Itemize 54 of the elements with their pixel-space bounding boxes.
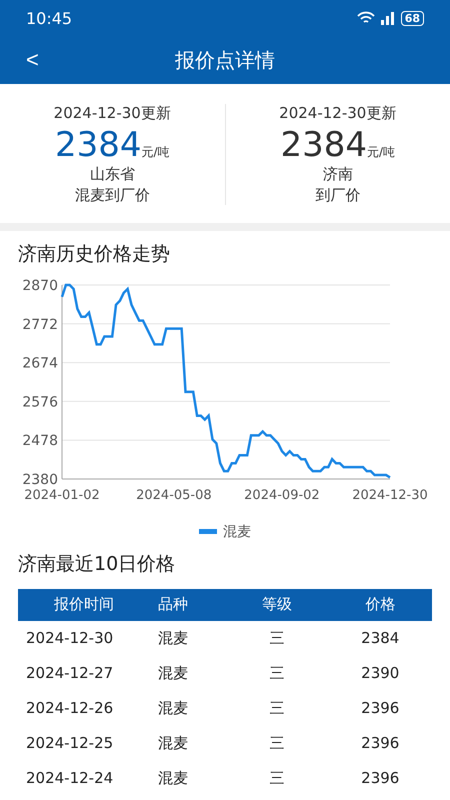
page-title: 报价点详情 bbox=[175, 46, 275, 74]
axis-label: 2024-12-30 bbox=[352, 488, 428, 503]
signal-icon bbox=[380, 11, 395, 25]
price-unit: 元/吨 bbox=[366, 144, 396, 161]
axis-label: 2024-01-02 bbox=[24, 488, 100, 503]
location-label: 山东省 bbox=[90, 164, 135, 185]
table-cell-text: 混麦 bbox=[157, 734, 190, 753]
table-cell-text: 2384 bbox=[360, 629, 400, 648]
location-label: 混麦到厂价 bbox=[74, 184, 150, 205]
legend-swatch bbox=[199, 529, 217, 534]
table-cell-text: 混麦 bbox=[157, 628, 190, 648]
section-title: 济南历史价格走势 bbox=[18, 242, 171, 267]
table-cell-text: 2024-12-24 bbox=[25, 769, 114, 788]
table-cell-text: 三 bbox=[268, 628, 286, 648]
status-time: 10:45 bbox=[26, 8, 72, 28]
column-header: 价格 bbox=[364, 595, 396, 614]
table-cell-text: 三 bbox=[268, 768, 286, 788]
axis-label: 2772 bbox=[22, 316, 58, 333]
axis-label: 2870 bbox=[22, 278, 58, 294]
table-cell-text: 2396 bbox=[360, 769, 400, 788]
table-cell-text: 2390 bbox=[360, 664, 400, 682]
table-cell-text: 三 bbox=[268, 734, 286, 753]
axis-label: 2478 bbox=[22, 433, 58, 450]
legend-label: 混麦 bbox=[223, 522, 251, 541]
update-date: 2024-12-30更新 bbox=[279, 104, 396, 123]
axis-label: 2674 bbox=[22, 356, 58, 372]
table-cell-text: 2024-12-27 bbox=[25, 664, 114, 682]
column-header: 等级 bbox=[260, 595, 293, 614]
wifi-icon bbox=[356, 11, 375, 25]
table-cell-text: 2396 bbox=[360, 699, 400, 718]
location-label: 到厂价 bbox=[315, 184, 360, 205]
price-unit: 元/吨 bbox=[141, 144, 170, 161]
table-cell-text: 混麦 bbox=[157, 698, 190, 718]
update-date: 2024-12-30更新 bbox=[54, 104, 171, 123]
price-value: 2384 bbox=[54, 127, 142, 164]
battery-indicator: 68 bbox=[400, 10, 424, 26]
table-cell-text: 混麦 bbox=[157, 768, 190, 788]
axis-label: 2380 bbox=[22, 472, 58, 488]
section-title: 济南最近10日价格 bbox=[18, 552, 176, 577]
table-cell-text: 混麦 bbox=[157, 664, 190, 683]
price-value: 2384 bbox=[280, 127, 367, 164]
table-cell-text: 2396 bbox=[360, 734, 400, 752]
table-cell-text: 三 bbox=[268, 698, 286, 718]
axis-label: 2024-09-02 bbox=[244, 488, 320, 503]
axis-label: 2576 bbox=[22, 394, 58, 410]
table-cell-text: 2024-12-30 bbox=[25, 629, 114, 648]
location-label: 济南 bbox=[322, 164, 353, 185]
table-cell-text: 三 bbox=[268, 664, 286, 683]
column-header: 报价时间 bbox=[53, 595, 116, 614]
table-cell-text: 2024-12-26 bbox=[25, 699, 114, 718]
table-cell-text: 2024-12-25 bbox=[25, 734, 114, 752]
axis-label: 2024-05-08 bbox=[136, 488, 212, 503]
back-button[interactable]: < bbox=[22, 47, 43, 73]
column-header: 品种 bbox=[157, 595, 190, 614]
